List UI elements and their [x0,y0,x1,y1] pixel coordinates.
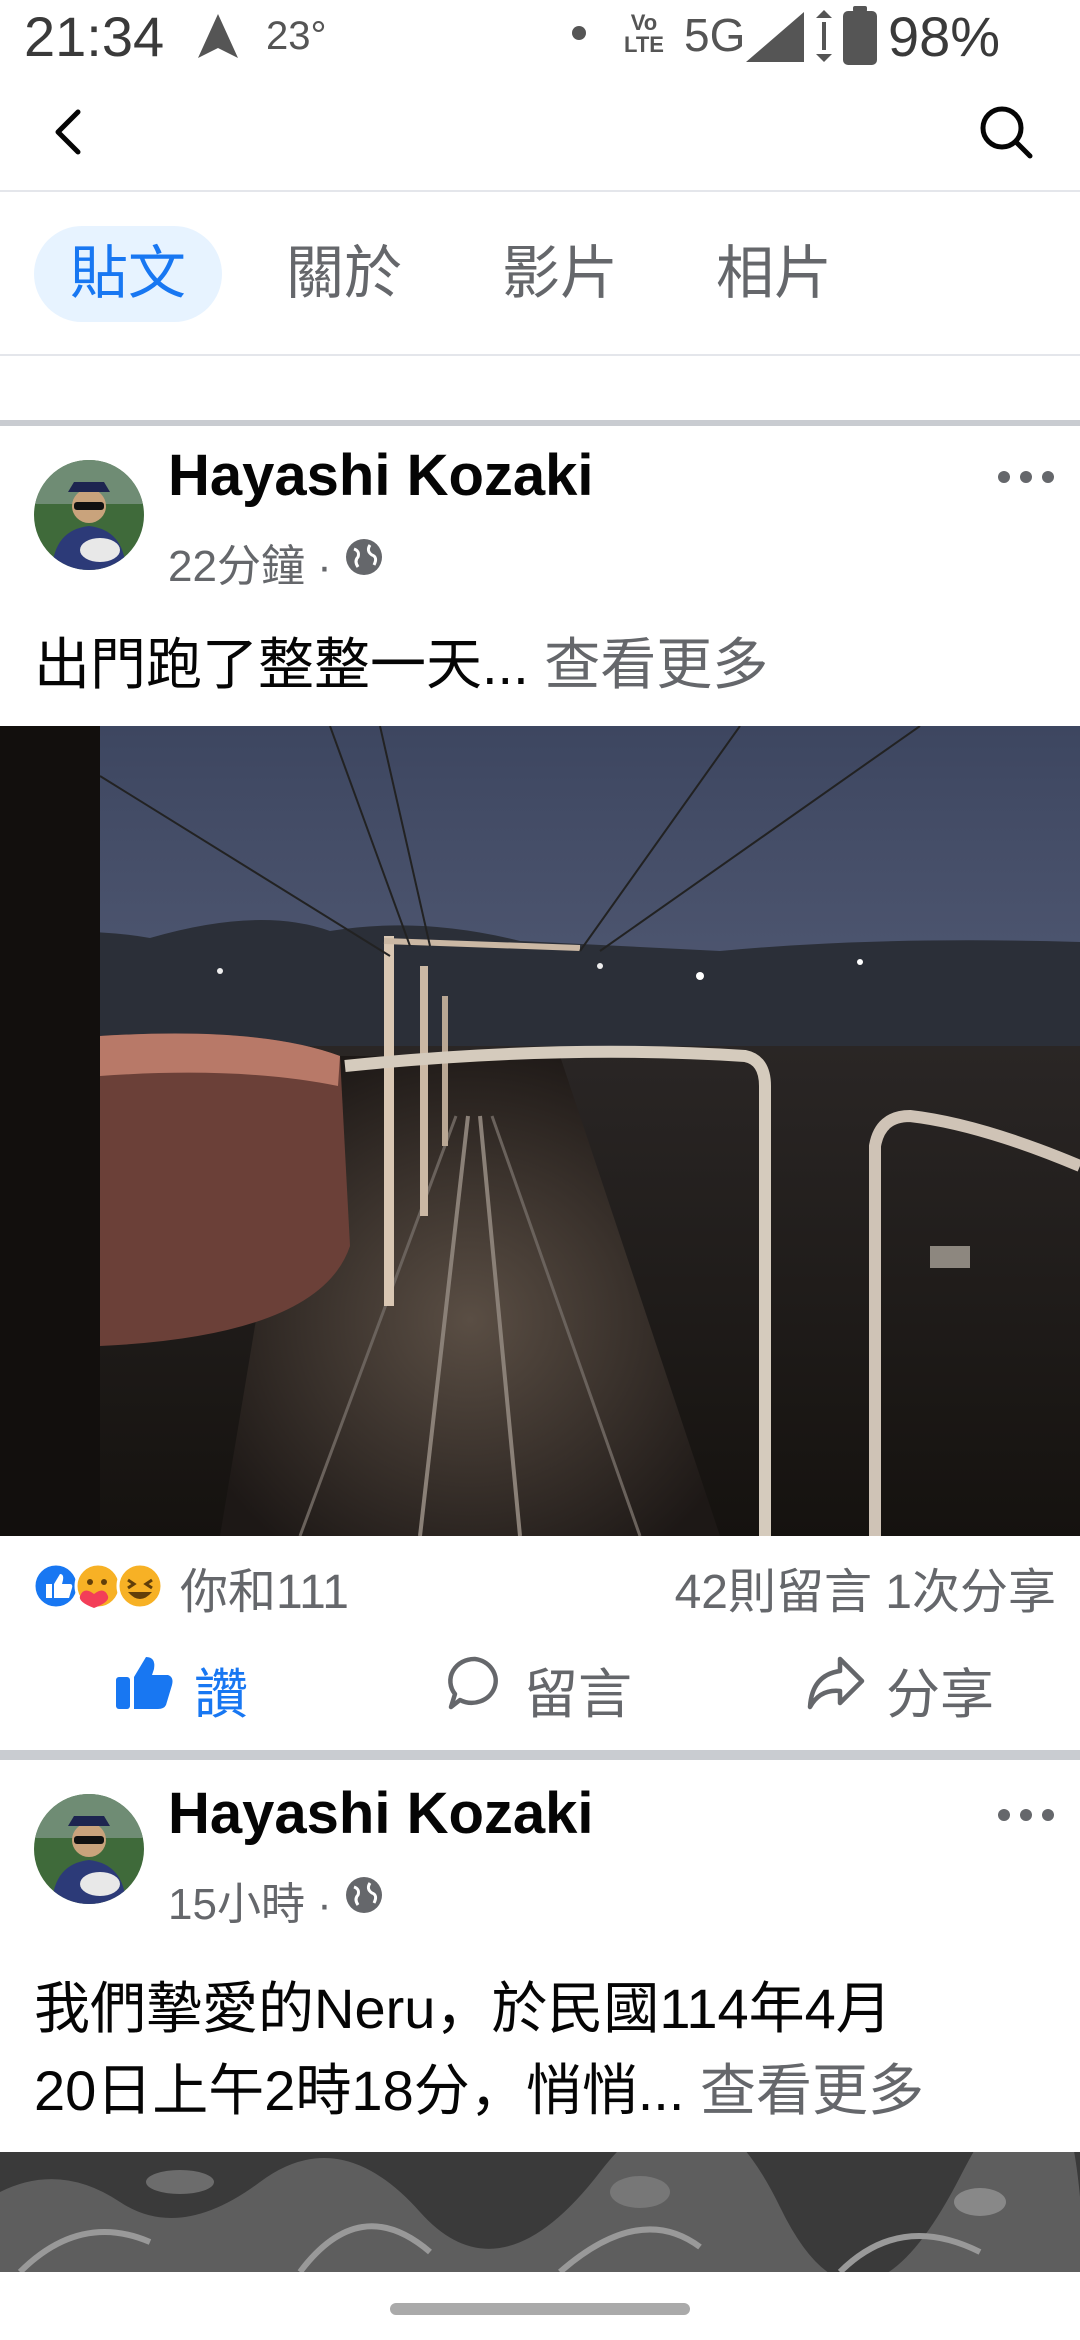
post-photo[interactable] [0,2152,1080,2272]
post-body-line-1: 我們摯愛的Neru，於民國114年4月 [34,1977,892,2040]
post-meta: 22分鐘 · [168,530,384,594]
feed-post: Hayashi Kozaki 15小時 · 我們摯愛的Neru，於民國114年4… [0,1760,1080,2320]
notification-dot-icon [572,26,586,40]
comment-icon [446,1654,504,1725]
volte-label: Vo LTE [624,10,664,57]
share-button[interactable]: 分享 [806,1654,994,1725]
tab-about[interactable]: 關於 [250,226,438,322]
status-bar: 21:34 23° Vo LTE 5G 98% [0,0,1080,72]
thumbs-up-icon [114,1655,174,1724]
post-timestamp: 22分鐘 · [168,542,332,591]
avatar[interactable] [34,1794,144,1904]
battery-percent: 98% [888,5,1001,68]
reactions-text: 你和111 [180,1566,349,1619]
post-actions: 讚 留言 分享 [0,1628,1080,1748]
tab-videos[interactable]: 影片 [466,226,654,322]
post-meta: 15小時 · [168,1868,384,1932]
comment-button[interactable]: 留言 [446,1654,632,1725]
tab-posts[interactable]: 貼文 [34,226,223,322]
post-text: 出門跑了整整一天... 查看更多 [34,624,1054,706]
post-text: 我們摯愛的Neru，於民國114年4月 20日上午2時18分，悄悄... 查看更… [34,1968,1054,2132]
top-app-bar [0,72,1080,192]
post-photo[interactable] [0,726,1080,1536]
post-body-line-2: 20日上午2時18分，悄悄... 查看更多 [34,2050,1054,2132]
post-body-line-2-text: 20日上午2時18分，悄悄... [34,2059,685,2122]
post-author-name[interactable]: Hayashi Kozaki [168,1780,594,1847]
see-more-link[interactable]: 查看更多 [700,2059,924,2122]
post-body: 出門跑了整整一天... [34,633,529,696]
home-indicator[interactable] [390,2303,690,2315]
globe-icon [344,1875,384,1926]
volte-icon: Vo LTE [624,12,664,56]
reactions-summary[interactable]: 你和111 42則留言 1次分享 [0,1538,1080,1628]
share-icon [806,1655,866,1724]
tab-photos[interactable]: 相片 [680,226,868,322]
like-label: 讚 [194,1664,248,1725]
post-divider [0,1750,1080,1760]
more-dots-icon[interactable] [994,462,1058,492]
reaction-icons [32,1560,172,1612]
battery-icon [842,6,878,79]
search-icon[interactable] [976,100,1036,164]
status-time: 21:34 [24,5,165,68]
profile-tabs: 貼文 關於 影片 相片 [0,192,1080,356]
back-arrow-icon[interactable] [40,100,100,164]
navigation-arrow-icon [196,12,240,73]
globe-icon [344,537,384,588]
avatar[interactable] [34,460,144,570]
signal-icon [742,8,834,77]
comment-share-counts[interactable]: 42則留言 1次分享 [675,1552,1056,1622]
post-author-name[interactable]: Hayashi Kozaki [168,442,594,509]
status-network: 5G [684,9,746,61]
share-label: 分享 [886,1664,994,1725]
status-temperature: 23° [266,14,327,58]
feed-post: Hayashi Kozaki 22分鐘 · 出門跑了整整一天... 查看更多 你… [0,426,1080,1748]
see-more-link[interactable]: 查看更多 [544,633,768,696]
comment-label: 留言 [524,1664,632,1725]
more-dots-icon[interactable] [994,1800,1058,1830]
like-button[interactable]: 讚 [114,1654,248,1725]
post-timestamp: 15小時 · [168,1880,332,1929]
